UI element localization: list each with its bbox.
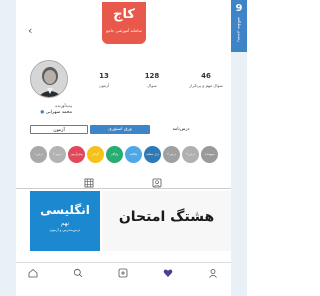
corner-number: 9 [235,3,243,14]
stat-questions: 128 سوال [132,72,172,88]
profile-screen: کاج سامانه آموزشی جامع ‹ 46 سوال مهم و پ… [16,0,231,296]
logo-text: کاج [113,7,135,22]
stat-value: 128 [144,72,160,80]
highlight-chip[interactable]: گرامر [87,146,104,163]
post-english[interactable]: انگلیسی نهم درس‌به‌درس و آزمون [30,191,100,251]
stat-value: 46 [201,72,211,80]
story-highlights: درس ۱ درس ۲ پیش‌آزمون گرامر واژگان مکالم… [30,146,218,166]
highlight-chip[interactable]: درک مطلب [144,146,161,163]
stat-label: سوال [147,83,157,88]
tab-exam[interactable]: آزمون [30,125,88,134]
post-hashtag-exam[interactable]: هشتگ امتحان [102,191,231,251]
highlight-chip[interactable]: درس ۱ [30,146,47,163]
home-icon[interactable] [28,268,38,278]
tab-bar: آزمون ورق استوری درس‌نامه [30,125,220,134]
highlight-chip[interactable]: درس ۴ [182,146,199,163]
stat-label: آزمون [98,83,110,88]
add-post-icon[interactable] [118,268,128,278]
tab-lessons[interactable]: درس‌نامه [152,125,210,134]
post-title: انگلیسی [40,203,90,217]
grid-icon[interactable] [84,178,94,188]
corner-subtitle: رشته‌ی مطالعه [237,17,242,42]
author-portrait-icon [31,61,67,97]
tagged-person-icon[interactable] [152,178,162,188]
page: 9 رشته‌ی مطالعه کاج سامانه آموزشی جامع ‹… [0,0,247,296]
stat-key-questions: 46 سوال مهم و پرتکرار [186,72,226,88]
search-icon[interactable] [73,268,83,278]
brand-logo: کاج سامانه آموزشی جامع [102,2,146,44]
highlight-chip[interactable]: واژگان [106,146,123,163]
stat-value: 13 [99,72,109,80]
post-grade: نهم [60,220,70,227]
author-bio: پدیدآورنده ● محمد سهرابی [12,103,72,115]
tab-story[interactable]: ورق استوری [90,125,150,134]
author-role: پدیدآورنده [55,103,72,108]
author-name: محمد سهرابی [45,110,72,115]
post-title: هشتگ امتحان [118,209,215,225]
bottom-navigation [16,262,231,282]
back-chevron-icon[interactable]: ‹ [28,25,36,36]
avatar[interactable] [30,60,68,98]
content-view-bar [16,177,231,189]
stat-label: سوال مهم و پرتکرار [189,83,223,88]
heart-icon[interactable] [163,268,173,278]
highlight-chip[interactable]: درس ۲ [49,146,66,163]
verified-check-icon: ● [40,110,45,115]
logo-tagline: سامانه آموزشی جامع [106,28,142,33]
highlight-chip[interactable]: درس ۳ [163,146,180,163]
highlight-chip[interactable]: پیش‌آزمون [68,146,85,163]
stat-exams: 13 آزمون [84,72,124,88]
highlight-chip[interactable]: مکالمه [125,146,142,163]
profile-icon[interactable] [208,268,218,278]
corner-tag: 9 رشته‌ی مطالعه [231,0,247,52]
post-note: درس‌به‌درس و آزمون [49,228,81,232]
author-name-row: ● محمد سهرابی [12,110,72,115]
highlight-chip[interactable]: جمع‌بندی [201,146,218,163]
